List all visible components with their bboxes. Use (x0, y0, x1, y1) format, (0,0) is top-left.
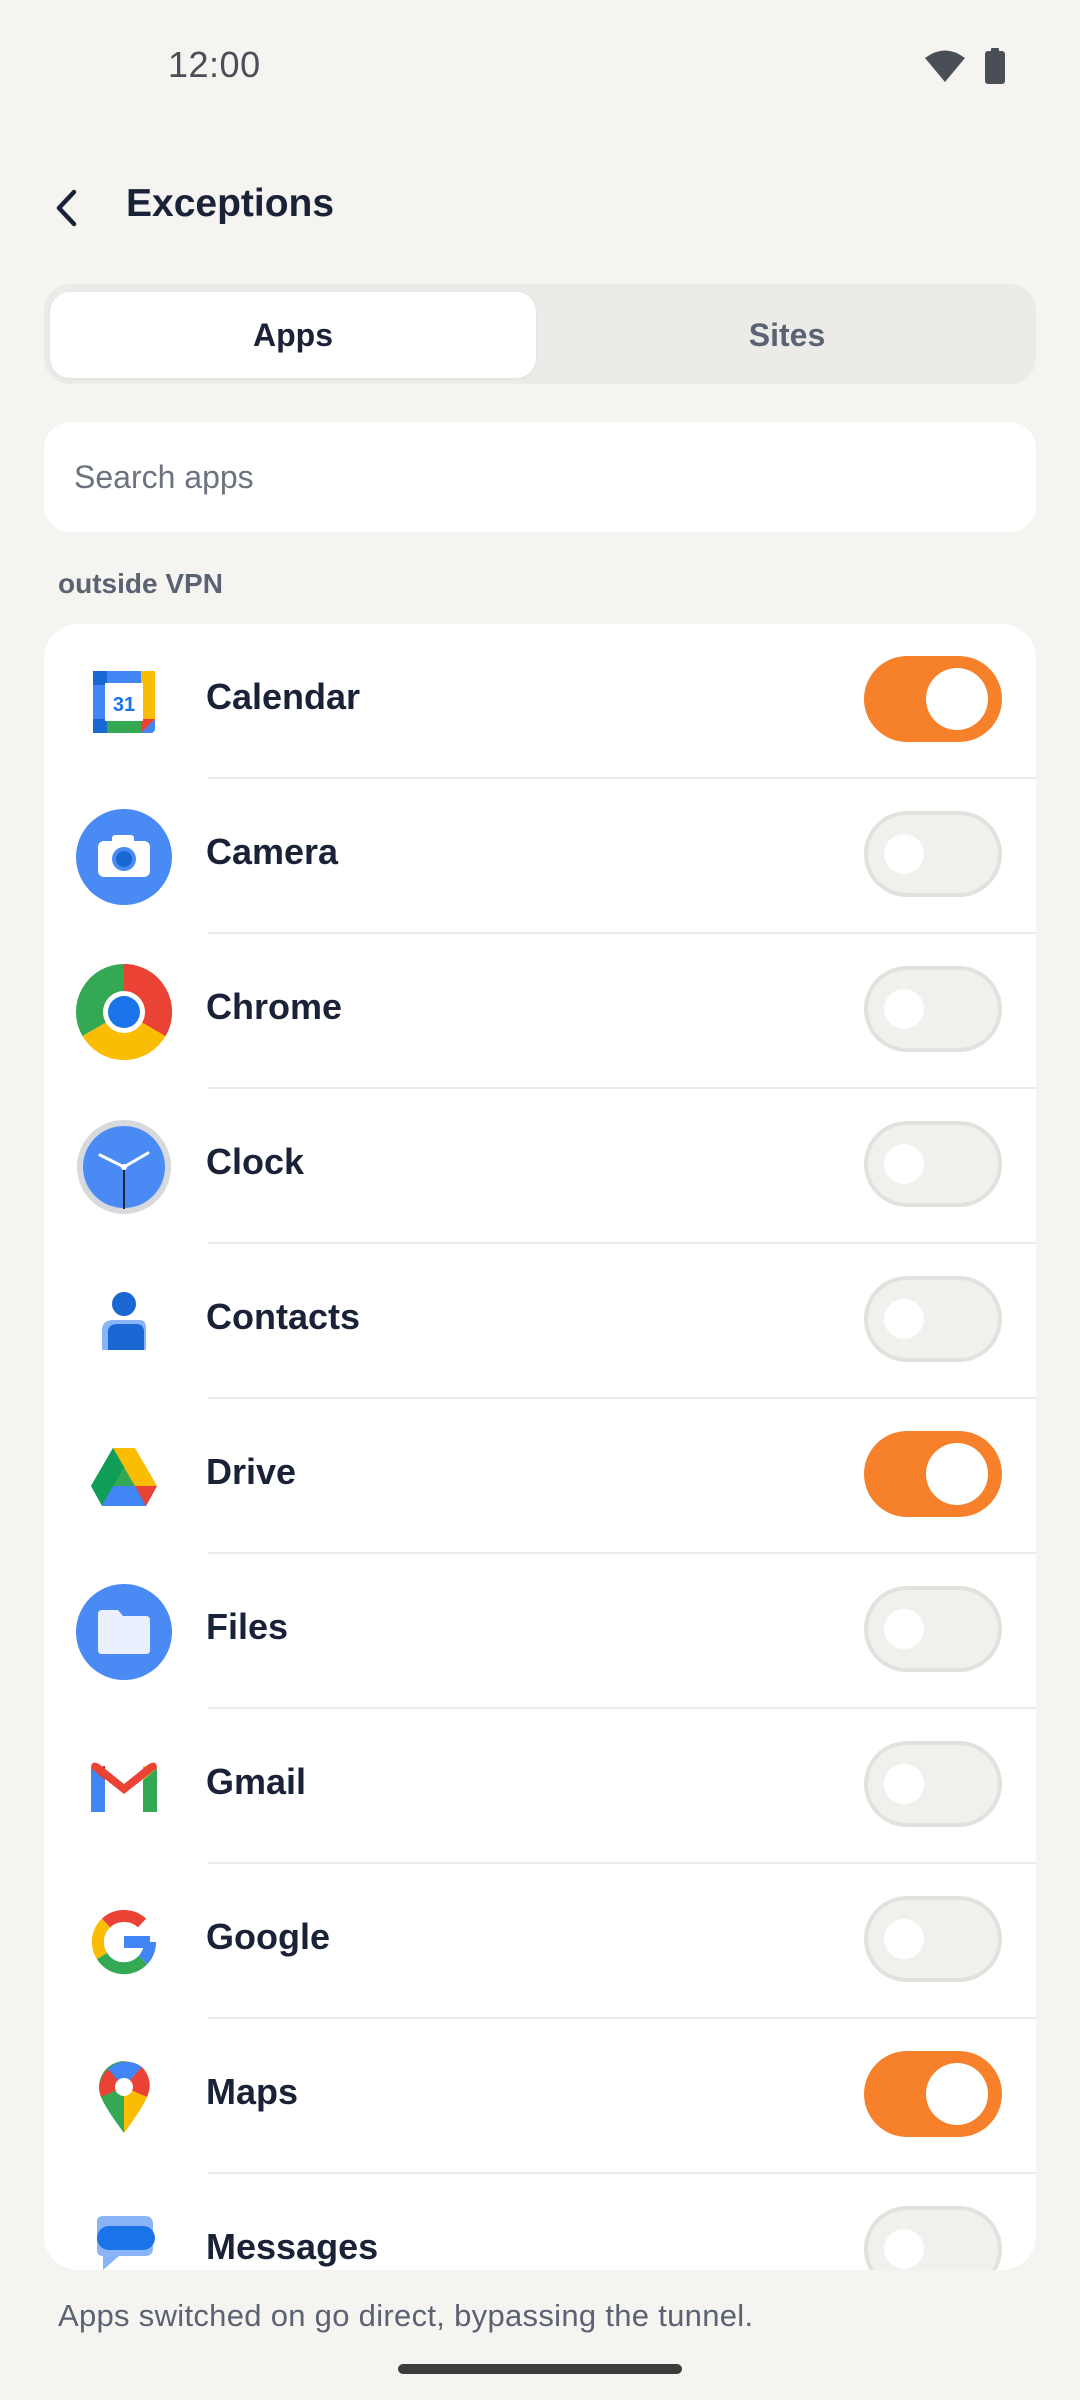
maps-icon (76, 2049, 172, 2145)
app-name: Clock (206, 1141, 305, 1182)
vpn-bypass-toggle[interactable] (864, 966, 1002, 1052)
vpn-bypass-toggle[interactable] (864, 1121, 1002, 1207)
app-name: Chrome (206, 986, 343, 1027)
clock-icon (76, 1119, 172, 1215)
status-icons (924, 48, 1006, 84)
list-item-gmail[interactable]: Gmail (44, 1709, 1036, 1864)
page-title: Exceptions (126, 182, 335, 225)
toggle-knob (884, 1919, 924, 1959)
list-item-files[interactable]: Files (44, 1554, 1036, 1709)
list-item-maps[interactable]: Maps (44, 2019, 1036, 2174)
wifi-icon (924, 49, 966, 83)
battery-icon (984, 48, 1006, 84)
toggle-knob (926, 2063, 988, 2125)
list-item-contacts[interactable]: Contacts (44, 1244, 1036, 1399)
status-time: 12:00 (168, 44, 261, 85)
vpn-bypass-toggle[interactable] (864, 1741, 1002, 1827)
app-name: Camera (206, 831, 339, 872)
messages-icon (76, 2204, 172, 2270)
list-item-calendar[interactable]: 31 Calendar (44, 624, 1036, 779)
toggle-knob (884, 1764, 924, 1804)
app-bar: Exceptions (0, 160, 1080, 260)
chrome-icon (76, 964, 172, 1060)
calendar-icon: 31 (76, 654, 172, 750)
vpn-bypass-toggle[interactable] (864, 2051, 1002, 2137)
back-button[interactable] (36, 178, 100, 242)
app-name: Drive (206, 1451, 297, 1492)
google-icon (76, 1894, 172, 1990)
toggle-knob (884, 1144, 924, 1184)
back-arrow-icon (50, 188, 86, 233)
contacts-icon (76, 1274, 172, 1370)
section-label: outside VPN (58, 568, 223, 599)
list-item-chrome[interactable]: Chrome (44, 934, 1036, 1089)
toggle-knob (884, 834, 924, 874)
list-item-messages[interactable]: Messages (44, 2174, 1036, 2270)
gmail-icon (76, 1739, 172, 1835)
vpn-bypass-toggle[interactable] (864, 1896, 1002, 1982)
app-list: 31 Calendar Camera Chrome Clock Contacts… (44, 624, 1036, 2270)
tab-sites[interactable]: Sites (544, 292, 1030, 378)
app-name: Maps (206, 2071, 299, 2112)
toggle-knob (926, 668, 988, 730)
vpn-bypass-toggle[interactable] (864, 2206, 1002, 2270)
app-name: Gmail (206, 1761, 307, 1802)
gesture-handle[interactable] (398, 2364, 682, 2374)
search-input[interactable] (74, 422, 1004, 532)
toggle-knob (884, 1609, 924, 1649)
app-name: Messages (206, 2226, 379, 2267)
app-name: Calendar (206, 676, 361, 717)
toggle-knob (884, 989, 924, 1029)
toggle-knob (884, 2229, 924, 2269)
vpn-bypass-toggle[interactable] (864, 1586, 1002, 1672)
status-bar: 12:00 (0, 0, 1080, 136)
list-item-google[interactable]: Google (44, 1864, 1036, 2019)
toggle-knob (926, 1443, 988, 1505)
files-icon (76, 1584, 172, 1680)
toggle-knob (884, 1299, 924, 1339)
app-name: Contacts (206, 1296, 361, 1337)
list-item-camera[interactable]: Camera (44, 779, 1036, 934)
vpn-bypass-toggle[interactable] (864, 1431, 1002, 1517)
app-name: Google (206, 1916, 330, 1957)
drive-icon (76, 1429, 172, 1525)
footer-note: Apps switched on go direct, bypassing th… (58, 2298, 754, 2333)
segmented-tabs: Apps Sites (44, 284, 1036, 384)
list-item-drive[interactable]: Drive (44, 1399, 1036, 1554)
tab-apps[interactable]: Apps (50, 292, 536, 378)
vpn-bypass-toggle[interactable] (864, 811, 1002, 897)
vpn-bypass-toggle[interactable] (864, 656, 1002, 742)
app-name: Files (206, 1606, 289, 1647)
vpn-bypass-toggle[interactable] (864, 1276, 1002, 1362)
camera-icon (76, 809, 172, 905)
search-box (44, 422, 1036, 532)
list-item-clock[interactable]: Clock (44, 1089, 1036, 1244)
svg-text:31: 31 (113, 694, 135, 716)
